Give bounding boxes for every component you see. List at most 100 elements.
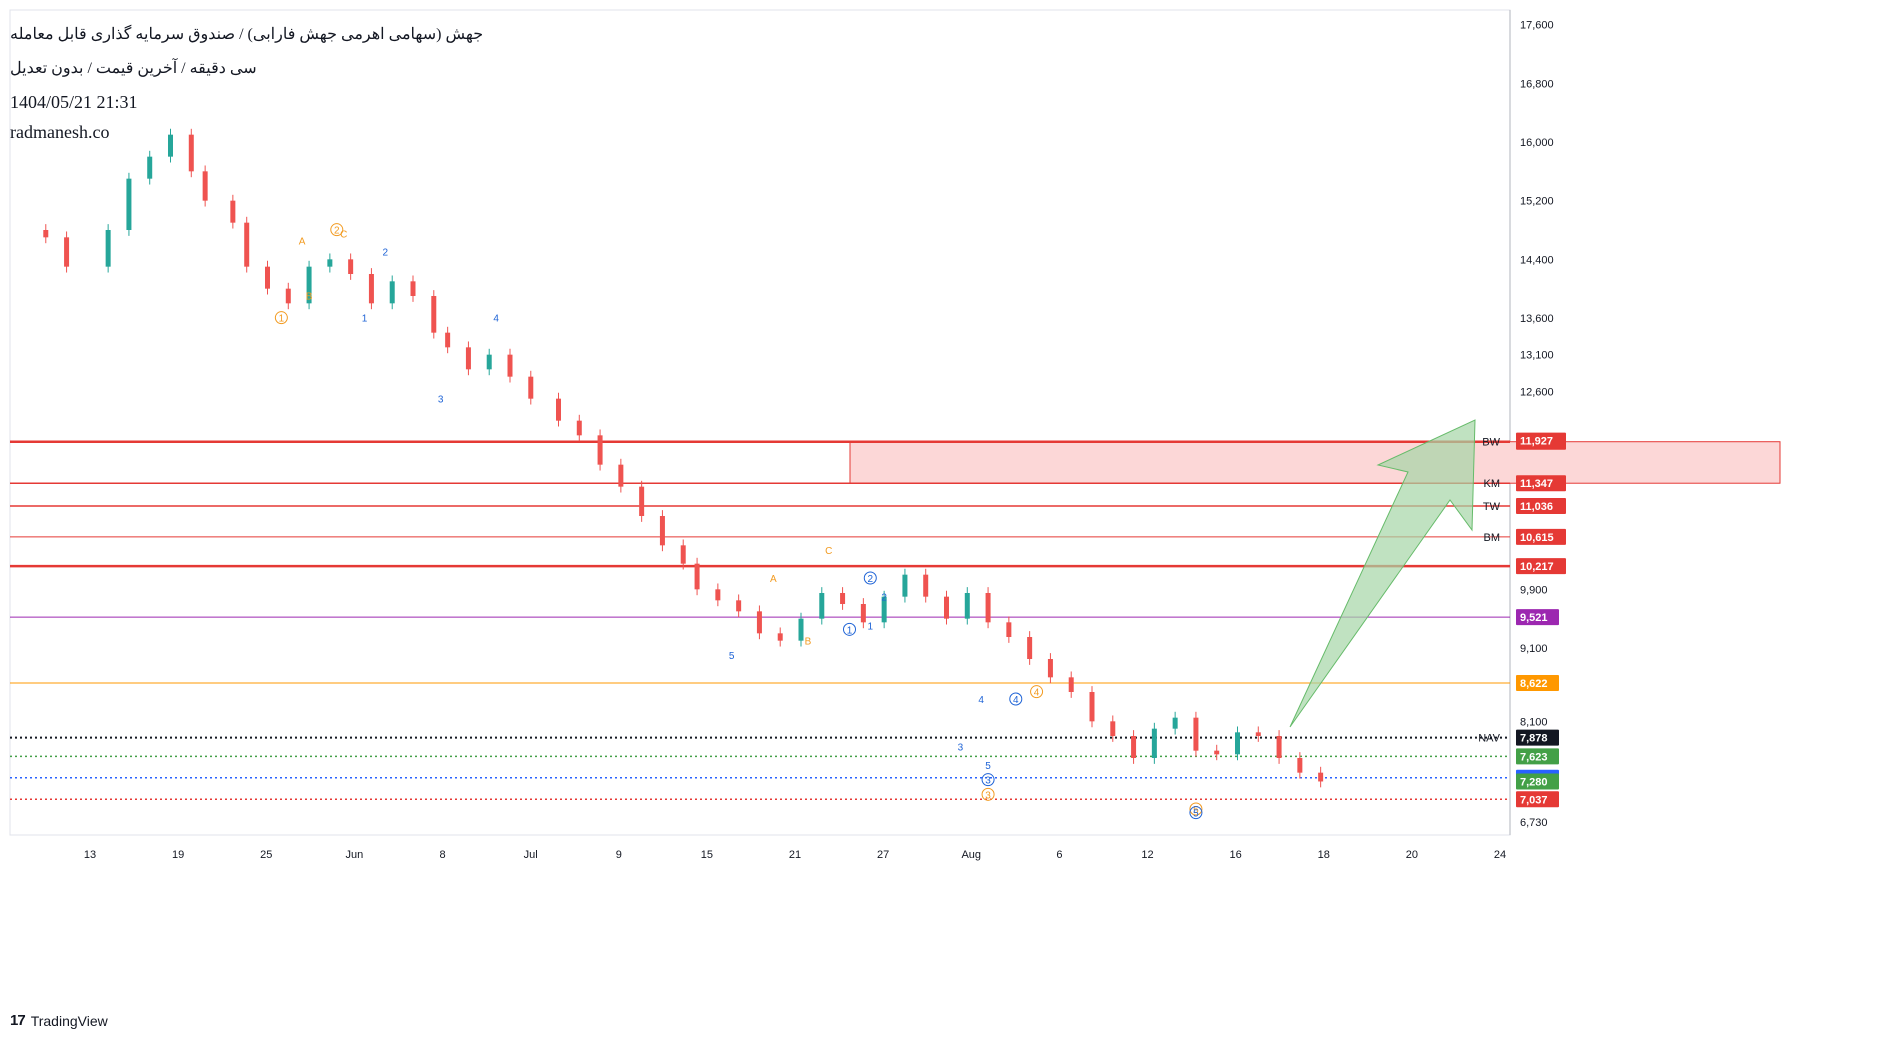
x-tick-16: 24 <box>1494 849 1506 861</box>
price-tag-label-2: 11,036 <box>1520 501 1553 513</box>
x-tick-13: 16 <box>1230 849 1242 861</box>
candle-body-26 <box>576 420 582 436</box>
y-tick-11: 6,730 <box>1520 817 1548 829</box>
candle-body-29 <box>639 486 645 516</box>
level-label-1: KM <box>1484 478 1501 490</box>
extra-price-tag-label-0: 11,927 <box>1520 436 1553 448</box>
candle-body-62 <box>1318 772 1324 782</box>
candle-body-4 <box>126 178 132 230</box>
candle-body-36 <box>777 633 783 641</box>
y-tick-3: 15,200 <box>1520 196 1554 208</box>
price-tag-label-6: 8,622 <box>1520 678 1548 690</box>
wave-label-7: 4 <box>493 314 499 325</box>
candle-body-27 <box>597 435 603 465</box>
candle-body-10 <box>244 222 250 267</box>
candle-body-52 <box>1110 721 1116 736</box>
wave-label-0: A <box>299 237 306 248</box>
candle-body-21 <box>465 347 471 370</box>
candle-body-53 <box>1131 736 1137 758</box>
candle-body-17 <box>389 281 395 304</box>
y-tick-8: 9,900 <box>1520 584 1548 596</box>
wave-label-17: 4 <box>978 695 984 706</box>
candle-body-51 <box>1089 692 1095 722</box>
candle-body-20 <box>445 332 451 348</box>
candle-body-22 <box>486 354 492 370</box>
datetime-stamp: 1404/05/21 21:31 <box>10 92 138 112</box>
y-tick-6: 13,100 <box>1520 350 1554 362</box>
y-tick-5: 13,600 <box>1520 313 1554 325</box>
wave-label-23: 3 <box>985 790 991 801</box>
x-tick-5: Jul <box>524 849 538 861</box>
candle-body-28 <box>618 464 624 487</box>
wave-label-16: 1 <box>868 622 874 633</box>
candle-body-8 <box>202 171 208 201</box>
candle-body-34 <box>736 600 742 612</box>
wave-label-21: 5 <box>985 761 991 772</box>
y-tick-4: 14,400 <box>1520 254 1554 266</box>
wave-label-4: 1 <box>279 314 285 325</box>
extra-price-tag-label-1: 7,280 <box>1520 776 1548 788</box>
candle-body-54 <box>1151 728 1157 758</box>
site-name: radmanesh.co <box>10 122 110 142</box>
candle-body-3 <box>105 230 111 267</box>
wave-label-2: C <box>340 229 347 240</box>
price-tag-label-3: 10,615 <box>1520 532 1554 544</box>
candle-body-47 <box>1006 622 1012 637</box>
level-label-3: BM <box>1484 532 1501 544</box>
wave-label-14: 2 <box>881 592 887 603</box>
x-tick-14: 18 <box>1318 849 1330 861</box>
symbol-title: جهش (سهامی اهرمی جهش فارابی) / صندوق سرم… <box>10 26 484 43</box>
x-tick-9: 27 <box>877 849 889 861</box>
candle-body-5 <box>147 156 153 179</box>
candle-body-16 <box>368 274 374 304</box>
x-tick-10: Aug <box>961 849 981 861</box>
level-label-0: BW <box>1482 437 1500 449</box>
price-tag-label-5: 9,521 <box>1520 612 1548 624</box>
wave-label-15: 1 <box>847 625 853 636</box>
x-tick-6: 9 <box>616 849 622 861</box>
x-tick-8: 21 <box>789 849 801 861</box>
wave-label-12: 5 <box>729 651 735 662</box>
price-tag-label-7: 7,878 <box>1520 733 1548 745</box>
chart-subtitle: سی دقیقه / آخرین قیمت / بدون تعدیل <box>10 60 257 77</box>
tradingview-logo-icon: 17 <box>10 1012 26 1029</box>
candle-body-46 <box>985 593 991 623</box>
candle-body-1 <box>43 230 49 238</box>
candle-body-42 <box>902 574 908 597</box>
candle-body-18 <box>410 281 416 296</box>
plot-frame <box>9 9 1511 836</box>
candle-body-15 <box>348 259 354 274</box>
candle-body-55 <box>1172 717 1178 729</box>
candle-body-57 <box>1214 750 1220 755</box>
candle-body-56 <box>1193 717 1199 751</box>
wave-label-18: 4 <box>1013 695 1019 706</box>
wave-label-8: 3 <box>438 394 444 405</box>
x-tick-11: 6 <box>1056 849 1062 861</box>
y-tick-1: 16,800 <box>1520 78 1554 90</box>
candle-body-45 <box>964 593 970 619</box>
x-tick-4: 8 <box>439 849 445 861</box>
price-chart[interactable]: BW11,913KM11,347TW11,036BM10,61510,2179,… <box>0 0 1880 1041</box>
wave-label-9: A <box>770 574 777 585</box>
candle-body-14 <box>327 259 333 267</box>
candle-body-58 <box>1235 732 1240 755</box>
candle-body-40 <box>860 604 866 623</box>
candle-body-11 <box>265 266 270 289</box>
x-tick-1: 19 <box>172 849 184 861</box>
candle-body-7 <box>188 134 194 172</box>
candle-body-48 <box>1027 637 1033 659</box>
wave-label-1: 2 <box>334 226 340 237</box>
wave-label-13: 2 <box>868 574 874 585</box>
candle-body-38 <box>819 593 825 619</box>
wave-label-6: 1 <box>362 314 368 325</box>
candle-body-19 <box>431 296 437 333</box>
tradingview-logo[interactable]: 17 TradingView <box>10 1012 108 1029</box>
x-tick-7: 15 <box>701 849 713 861</box>
wave-label-25: 5 <box>1193 809 1199 820</box>
candle-body-61 <box>1297 758 1303 773</box>
y-tick-7: 12,600 <box>1520 386 1554 398</box>
candle-body-30 <box>659 516 665 546</box>
x-tick-15: 20 <box>1406 849 1418 861</box>
wave-label-22: 3 <box>985 776 991 787</box>
candle-body-33 <box>715 589 721 601</box>
